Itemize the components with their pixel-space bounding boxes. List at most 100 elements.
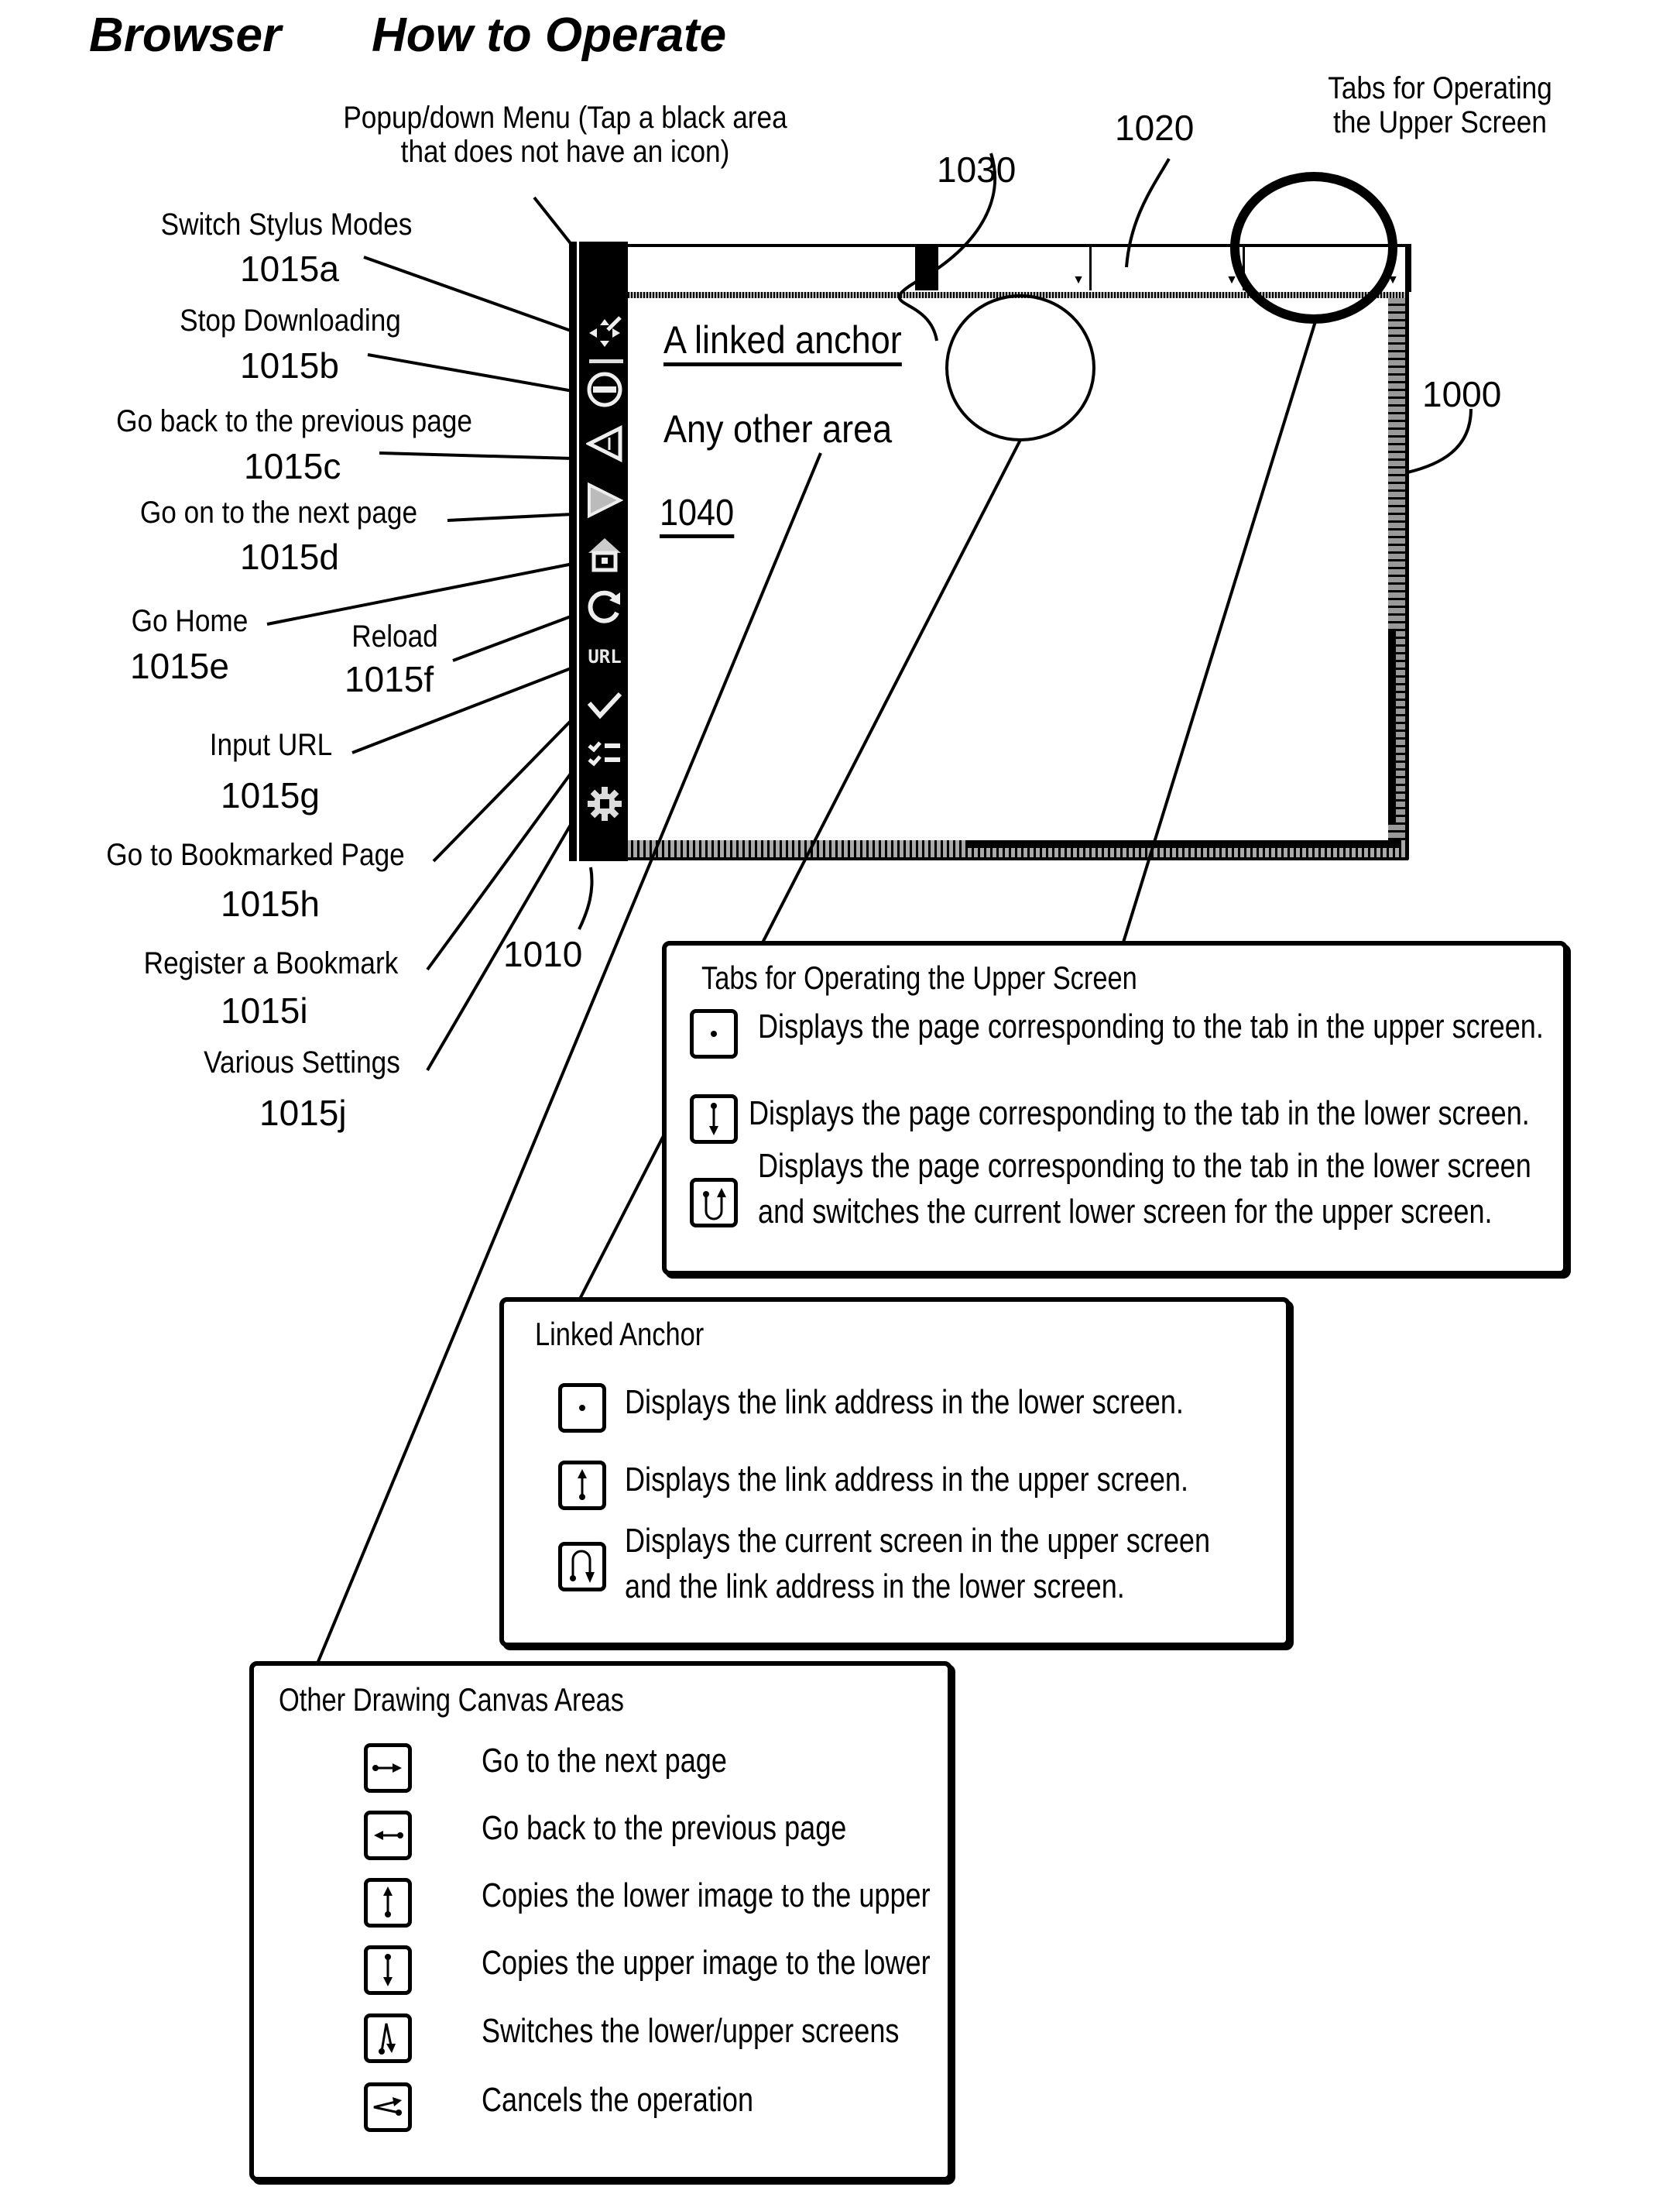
leader-1015d [447, 513, 574, 522]
ref-1010: 1010 [503, 934, 583, 974]
back-icon[interactable] [585, 424, 625, 464]
other-area-text: Any other area [663, 407, 893, 451]
ref-1000: 1000 [1422, 374, 1502, 414]
forward-icon[interactable] [585, 480, 625, 520]
tabs-box-title: Tabs for Operating the Upper Screen [701, 960, 1137, 996]
title-browser: Browser [89, 9, 282, 62]
tabs-upper-line1: Tabs for Operating [1328, 71, 1552, 105]
ref-1015i: 1015i [221, 990, 308, 1031]
ref-1015c: 1015c [244, 446, 341, 486]
label-various-settings: Various Settings [204, 1045, 400, 1080]
tabs-upper-callout: Tabs for Operating the Upper Screen [1277, 71, 1603, 139]
ref-1020: 1020 [1115, 108, 1195, 148]
canvas-info-box: Other Drawing Canvas Areas Go to the nex… [249, 1661, 952, 2182]
horizontal-scrollbar[interactable] [625, 840, 1408, 860]
canvas-row-5-text: Switches the lower/upper screens [482, 2012, 900, 2050]
linked-anchor-link[interactable]: A linked anchor [663, 318, 902, 366]
popup-menu-leader [533, 196, 574, 248]
up-gesture-icon [364, 1878, 412, 1928]
canvas-row-2: Go back to the previous page [364, 1809, 927, 1860]
ref-1015b: 1015b [240, 345, 339, 386]
screen-frame-right [1405, 244, 1409, 860]
home-icon[interactable] [585, 534, 625, 575]
tabs-row-3-line2: and switches the current lower screen fo… [758, 1192, 1493, 1231]
ref-1030: 1030 [937, 149, 1017, 190]
anchor-box-title: Linked Anchor [535, 1316, 705, 1352]
bookmark-list-icon[interactable] [585, 733, 625, 774]
anchor-row-2-text: Displays the link address in the upper s… [625, 1461, 1189, 1499]
canvas-row-3-text: Copies the lower image to the upper [482, 1876, 931, 1914]
label-register-bookmark: Register a Bookmark [143, 946, 399, 980]
u-turn-up-gesture-icon [690, 1178, 738, 1227]
anchor-row-1-text: Displays the link address in the lower s… [625, 1383, 1184, 1421]
dot-gesture-icon [690, 1009, 738, 1059]
tab-2-dropdown-icon[interactable]: ▼ [1226, 273, 1238, 287]
toolbar-edge [577, 242, 579, 861]
stop-icon[interactable] [585, 369, 625, 410]
canvas-row-4-text: Copies the upper image to the lower [482, 1944, 931, 1982]
up-down-gesture-icon [364, 2013, 412, 2063]
tabs-row-1: Displays the page corresponding to the t… [690, 1008, 1680, 1059]
ref-1010-leader [578, 867, 594, 930]
vertical-scroll-thumb[interactable] [1388, 631, 1396, 825]
anchor-row-1: Displays the link address in the lower s… [558, 1383, 1306, 1433]
label-go-bookmarked: Go to Bookmarked Page [106, 838, 405, 872]
ref-1015f: 1015f [345, 659, 434, 699]
anchor-info-box: Linked Anchor Displays the link address … [499, 1297, 1291, 1647]
canvas-row-1: Go to the next page [364, 1742, 781, 1793]
stylus-mode-icon[interactable] [585, 313, 625, 353]
tab-3[interactable]: ▼ [1245, 247, 1404, 290]
left-gesture-icon [364, 1811, 412, 1860]
gear-icon[interactable] [585, 784, 625, 824]
down-gesture-icon [690, 1094, 738, 1144]
leader-1015f [452, 614, 574, 662]
canvas-row-5: Switches the lower/upper screens [364, 2012, 991, 2063]
popup-menu-line2: that does not have an icon) [400, 135, 730, 169]
popup-menu-line1: Popup/down Menu (Tap a black area [343, 101, 787, 135]
canvas-row-4: Copies the upper image to the lower [364, 1944, 1029, 1995]
bookmark-check-icon[interactable] [585, 685, 625, 725]
ref-1015j: 1015j [259, 1093, 347, 1133]
label-go-next: Go on to the next page [139, 496, 418, 530]
ref-1000-leader [1407, 408, 1473, 474]
canvas-row-3: Copies the lower image to the upper [364, 1876, 1029, 1928]
label-reload: Reload [351, 620, 438, 654]
tabs-row-3-line1: Displays the page corresponding to the t… [758, 1147, 1531, 1185]
label-go-back: Go back to the previous page [116, 404, 472, 438]
side-toolbar[interactable]: URL [569, 242, 628, 861]
right-gesture-icon [364, 1743, 412, 1793]
tabs-row-2: Displays the page corresponding to the t… [690, 1094, 1680, 1144]
horizontal-scroll-thumb[interactable] [965, 840, 1399, 848]
toolbar-separator [589, 359, 623, 363]
tabs-upper-line2: the Upper Screen [1333, 105, 1547, 139]
tab-indicator[interactable] [915, 247, 938, 290]
label-switch-stylus: Switch Stylus Modes [160, 208, 413, 242]
tab-2[interactable]: ▼ [1092, 247, 1245, 290]
tab-1-dropdown-icon[interactable]: ▼ [1072, 273, 1085, 287]
popup-menu-callout: Popup/down Menu (Tap a black area that d… [313, 101, 817, 169]
tab-3-dropdown-icon[interactable]: ▼ [1387, 273, 1399, 287]
leader-1015h [432, 717, 574, 863]
reload-icon[interactable] [585, 586, 625, 627]
down-gesture-icon [364, 1945, 412, 1995]
anchor-row-3-line2: and the link address in the lower screen… [625, 1567, 1125, 1605]
up-gesture-icon [558, 1461, 606, 1510]
anchor-row-3-text: Displays the current screen in the upper… [625, 1519, 1339, 1609]
anchor-row-2: Displays the link address in the upper s… [558, 1461, 1312, 1510]
canvas-row-6: Cancels the operation [364, 2081, 813, 2132]
leader-1015b [367, 353, 574, 393]
dot-gesture-icon [558, 1383, 606, 1433]
label-stop-downloading: Stop Downloading [180, 304, 401, 338]
title-how-to-operate: How to Operate [372, 9, 727, 62]
vertical-scrollbar[interactable] [1388, 298, 1405, 856]
tab-1[interactable]: ▼ [938, 247, 1092, 290]
url-icon[interactable]: URL [585, 637, 625, 677]
ref-1015e: 1015e [130, 646, 229, 686]
canvas-row-1-text: Go to the next page [482, 1742, 727, 1780]
drawing-canvas[interactable]: A linked anchor Any other area 1040 [625, 298, 1399, 840]
ref-1040: 1040 [660, 492, 735, 538]
tabs-row-2-text: Displays the page corresponding to the t… [749, 1094, 1530, 1132]
ref-1015d: 1015d [240, 537, 339, 577]
canvas-row-2-text: Go back to the previous page [482, 1809, 847, 1847]
anchor-row-3: Displays the current screen in the upper… [558, 1522, 1339, 1609]
